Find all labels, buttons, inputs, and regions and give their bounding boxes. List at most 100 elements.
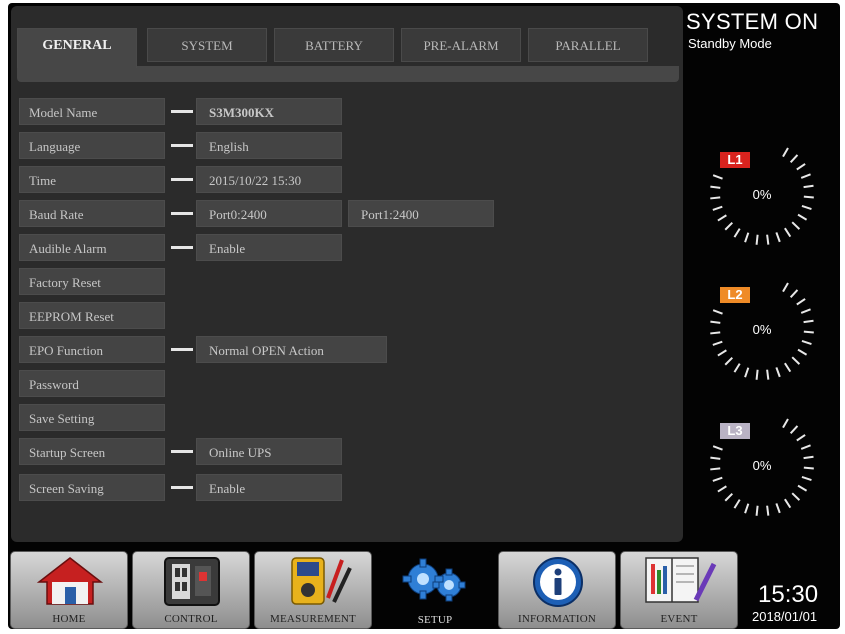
startup-screen-value[interactable]: Online UPS: [196, 438, 342, 465]
gauge-tick: [803, 195, 814, 199]
control-button[interactable]: CONTROL: [132, 551, 250, 629]
tab-battery[interactable]: BATTERY: [274, 28, 394, 62]
gauge-tick: [796, 163, 806, 171]
clock-time: 15:30: [758, 581, 819, 608]
setting-model-name-label[interactable]: Model Name: [19, 98, 165, 125]
info-icon: [533, 557, 583, 607]
baud-rate-port1-value[interactable]: Port1:2400: [348, 200, 494, 227]
gauge-tick: [791, 492, 801, 501]
tab-parallel[interactable]: PARALLEL: [528, 28, 648, 62]
gauge-tick: [724, 221, 734, 231]
gauge-tick: [755, 369, 759, 380]
gauge-tick: [710, 467, 721, 471]
multimeter-icon: [291, 557, 352, 605]
epo-function-value[interactable]: Normal OPEN Action: [196, 336, 387, 363]
gauge-tick: [712, 205, 723, 211]
gauge-tick: [775, 367, 781, 378]
gauge-tick: [800, 444, 811, 450]
gauge-tick: [775, 503, 781, 514]
gauge-tick: [766, 369, 770, 380]
tab-pre-alarm[interactable]: PRE-ALARM: [401, 28, 521, 62]
event-log-icon: [645, 557, 717, 603]
gauge-value-l1: 0%: [753, 187, 772, 202]
gauge-value-l3: 0%: [753, 458, 772, 473]
setting-time-label[interactable]: Time: [19, 166, 165, 193]
system-mode: Standby Mode: [688, 36, 772, 51]
setting-epo-function-label[interactable]: EPO Function: [19, 336, 165, 363]
gauge-tick: [789, 425, 799, 434]
setting-audible-alarm-label[interactable]: Audible Alarm: [19, 234, 165, 261]
gauge-tick: [712, 476, 723, 482]
gauge-tick: [803, 330, 814, 334]
gears-icon: [402, 558, 466, 602]
load-gauge-l2: 0%: [710, 282, 814, 380]
gauge-tick: [712, 174, 723, 180]
setting-screen-saving-label[interactable]: Screen Saving: [19, 474, 165, 501]
setting-startup-screen-label[interactable]: Startup Screen: [19, 438, 165, 465]
gauge-tick: [710, 320, 721, 324]
gauge-tick: [766, 234, 770, 245]
gauge-tick: [733, 499, 741, 509]
connector-line: [171, 110, 193, 113]
gauge-tick: [803, 466, 814, 470]
eeprom-reset-button[interactable]: EEPROM Reset: [19, 302, 165, 329]
gauge-tick: [791, 356, 801, 365]
connector-line: [171, 486, 193, 489]
clock-date: 2018/01/01: [752, 609, 818, 624]
gauge-value-l2: 0%: [753, 322, 772, 337]
information-button[interactable]: INFORMATION: [498, 551, 616, 629]
model-name-value: S3M300KX: [196, 98, 342, 125]
setting-language-label[interactable]: Language: [19, 132, 165, 159]
information-label: INFORMATION: [518, 613, 596, 625]
event-label: EVENT: [660, 613, 698, 625]
system-status-title: SYSTEM ON: [686, 9, 819, 34]
language-value[interactable]: English: [196, 132, 342, 159]
setup-button[interactable]: SETUP: [376, 551, 494, 629]
factory-reset-button[interactable]: Factory Reset: [19, 268, 165, 295]
measurement-label: MEASUREMENT: [270, 613, 356, 625]
password-button[interactable]: Password: [19, 370, 165, 397]
gauge-tick: [710, 196, 721, 200]
gauge-tick: [712, 340, 723, 346]
gauge-tick: [724, 356, 734, 366]
event-button[interactable]: EVENT: [620, 551, 738, 629]
gauge-tick: [717, 214, 727, 222]
home-button[interactable]: HOME: [10, 551, 128, 629]
gauge-tick: [797, 213, 808, 221]
gauge-tick: [791, 221, 801, 230]
screen-saving-value[interactable]: Enable: [196, 474, 342, 501]
gauge-tick: [724, 492, 734, 502]
audible-alarm-value[interactable]: Enable: [196, 234, 342, 261]
connector-line: [171, 348, 193, 351]
load-gauge-l3: 0%: [710, 418, 814, 516]
save-setting-button[interactable]: Save Setting: [19, 404, 165, 431]
gauge-tick: [801, 476, 812, 482]
tab-bar: GENERAL SYSTEM BATTERY PRE-ALARM PARALLE…: [17, 28, 679, 82]
gauge-tick: [784, 498, 792, 509]
gauge-tick: [775, 232, 781, 243]
gauge-tick: [784, 227, 792, 238]
gauge-tick: [712, 309, 723, 315]
gauge-tick: [733, 363, 741, 373]
gauge-tick: [801, 205, 812, 211]
time-value[interactable]: 2015/10/22 15:30: [196, 166, 342, 193]
connector-line: [171, 246, 193, 249]
gauge-tick: [801, 340, 812, 346]
load-gauge-l1: 0%: [710, 147, 814, 245]
gauge-tick: [803, 184, 814, 189]
tab-general[interactable]: GENERAL: [17, 28, 137, 68]
setting-baud-rate-label[interactable]: Baud Rate: [19, 200, 165, 227]
baud-rate-port0-value[interactable]: Port0:2400: [196, 200, 342, 227]
gauge-tick: [755, 234, 759, 245]
settings-panel: GENERAL SYSTEM BATTERY PRE-ALARM PARALLE…: [11, 6, 683, 542]
gauge-tick: [797, 348, 808, 356]
gauge-tick: [797, 484, 808, 492]
gauge-tick: [796, 434, 806, 442]
measurement-button[interactable]: MEASUREMENT: [254, 551, 372, 629]
tab-system[interactable]: SYSTEM: [147, 28, 267, 62]
gauge-tick: [755, 505, 759, 516]
gauge-tick: [766, 505, 770, 516]
ups-display: GENERAL SYSTEM BATTERY PRE-ALARM PARALLE…: [8, 3, 840, 629]
home-icon: [36, 557, 104, 605]
gauge-tick: [782, 282, 789, 293]
